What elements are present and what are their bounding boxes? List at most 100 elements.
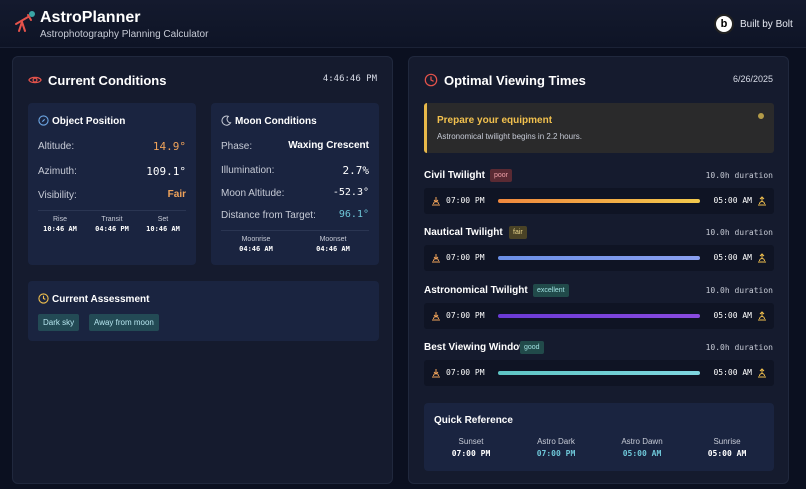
rise-column: Rise 10:46 AM — [32, 216, 88, 233]
ref-label: Sunrise — [713, 437, 741, 446]
altitude-value: 14.9° — [152, 140, 186, 153]
card-title: Moon Conditions — [235, 116, 317, 127]
telescope-icon — [15, 11, 35, 32]
sunrise-icon — [758, 196, 766, 206]
distance-value: 96.1° — [338, 209, 369, 220]
divider — [38, 210, 186, 211]
illumination-label: Illumination: — [221, 165, 275, 176]
astronomical-twilight-label: Astronomical Twilight — [424, 285, 528, 296]
clock-icon — [424, 73, 438, 87]
ref-value: 07:00 PM — [536, 449, 576, 458]
viewing-date: 6/26/2025 — [732, 74, 773, 84]
visibility-value: Fair — [167, 189, 186, 200]
transit-label: Transit — [101, 216, 123, 223]
ref-value: 05:00 AM — [622, 449, 662, 458]
moonset-label: Moonset — [319, 236, 347, 243]
nautical-twilight-label: Nautical Twilight — [424, 227, 503, 238]
object-position-card: Object Position Altitude: 14.9° Azimuth:… — [28, 103, 196, 265]
set-column: Set 10:46 AM — [135, 216, 191, 233]
azimuth-label: Azimuth: — [38, 166, 77, 177]
timeline-bar — [498, 371, 700, 375]
app-header: AstroPlanner Astrophotography Planning C… — [0, 0, 806, 48]
duration-text: 10.0h duration — [705, 286, 773, 295]
card-title: Object Position — [52, 116, 126, 127]
illumination-value: 2.7% — [342, 164, 370, 177]
sunset-icon — [432, 197, 440, 206]
civil-twilight-label: Civil Twilight — [424, 170, 485, 181]
assessment-tag: Dark sky — [38, 314, 80, 331]
moon-altitude-value: -52.3° — [332, 187, 369, 198]
timeline-bar — [498, 256, 700, 260]
divider — [221, 230, 369, 231]
astronomical-twilight-timeline: 07:00 PM 05:00 AM — [424, 303, 774, 329]
panel-title: Optimal Viewing Times — [444, 73, 586, 88]
quick-reference-card: Quick Reference Sunset 07:00 PM Astro Da… — [424, 403, 774, 471]
set-label: Set — [157, 216, 169, 223]
quality-badge: good — [520, 341, 544, 354]
moonrise-label: Moonrise — [241, 236, 271, 243]
nautical-twilight-timeline: 07:00 PM 05:00 AM — [424, 245, 774, 271]
ref-label: Astro Dawn — [621, 437, 663, 446]
end-time: 05:00 AM — [713, 253, 752, 262]
current-assessment-card: Current Assessment Dark sky Away from mo… — [28, 281, 379, 341]
sunset-icon — [432, 254, 440, 263]
transit-value: 04:46 PM — [95, 225, 129, 233]
moon-conditions-card: Moon Conditions Phase: Waxing Crescent I… — [211, 103, 379, 265]
end-time: 05:00 AM — [713, 311, 752, 320]
clock-icon — [38, 293, 49, 304]
equipment-alert: Prepare your equipment Astronomical twil… — [424, 103, 774, 153]
sunset-icon — [432, 312, 440, 321]
astro-dark-ref: Astro Dark 07:00 PM — [516, 437, 596, 458]
duration-text: 10.0h duration — [705, 171, 773, 180]
visibility-label: Visibility: — [38, 190, 77, 201]
timeline-bar — [498, 314, 700, 318]
alert-text: Astronomical twilight begins in 2.2 hour… — [437, 132, 582, 141]
duration-text: 10.0h duration — [705, 343, 773, 352]
sunset-ref: Sunset 07:00 PM — [431, 437, 511, 458]
rise-value: 10:46 AM — [43, 225, 77, 233]
sunrise-ref: Sunrise 05:00 AM — [687, 437, 767, 458]
phase-label: Phase: — [221, 141, 253, 152]
moon-icon — [221, 115, 232, 126]
start-time: 07:00 PM — [446, 253, 485, 262]
sunset-icon — [432, 369, 440, 378]
ref-value: 05:00 AM — [707, 449, 747, 458]
distance-label: Distance from Target: — [221, 210, 316, 221]
compass-icon — [38, 115, 49, 126]
moonset-value: 04:46 AM — [316, 245, 350, 253]
moonrise-value: 04:46 AM — [239, 245, 273, 253]
transit-column: Transit 04:46 PM — [84, 216, 140, 233]
end-time: 05:00 AM — [713, 368, 752, 377]
timeline-bar — [498, 199, 700, 203]
quality-badge: fair — [509, 226, 527, 239]
current-time: 4:46:46 PM — [322, 74, 377, 84]
phase-value: Waxing Crescent — [288, 140, 369, 151]
built-by-bolt-badge[interactable]: b Built by Bolt — [714, 14, 793, 34]
sunrise-icon — [758, 368, 766, 378]
moonset-column: Moonset 04:46 AM — [305, 236, 361, 253]
duration-text: 10.0h duration — [705, 228, 773, 237]
altitude-label: Altitude: — [38, 141, 75, 152]
rise-label: Rise — [52, 216, 67, 223]
optimal-viewing-panel: Optimal Viewing Times 6/26/2025 Prepare … — [408, 56, 789, 484]
astro-dawn-ref: Astro Dawn 05:00 AM — [602, 437, 682, 458]
app-subtitle: Astrophotography Planning Calculator — [40, 29, 209, 40]
current-conditions-panel: Current Conditions 4:46:46 PM Object Pos… — [12, 56, 393, 484]
moon-altitude-label: Moon Altitude: — [221, 188, 285, 199]
ref-label: Sunset — [458, 437, 484, 446]
ref-value: 07:00 PM — [451, 449, 491, 458]
start-time: 07:00 PM — [446, 311, 485, 320]
start-time: 07:00 PM — [446, 368, 485, 377]
quality-badge: excellent — [533, 284, 569, 297]
panel-title: Current Conditions — [48, 73, 167, 88]
quality-badge: poor — [490, 169, 513, 182]
quick-reference-title: Quick Reference — [434, 415, 513, 426]
eye-icon — [28, 76, 42, 84]
bolt-logo-icon: b — [714, 14, 734, 34]
sunrise-icon — [758, 311, 766, 321]
assessment-tag: Away from moon — [89, 314, 159, 331]
civil-twilight-timeline: 07:00 PM 05:00 AM — [424, 188, 774, 214]
bolt-badge-label: Built by Bolt — [740, 18, 793, 30]
card-title: Current Assessment — [52, 294, 150, 305]
set-value: 10:46 AM — [146, 225, 180, 233]
